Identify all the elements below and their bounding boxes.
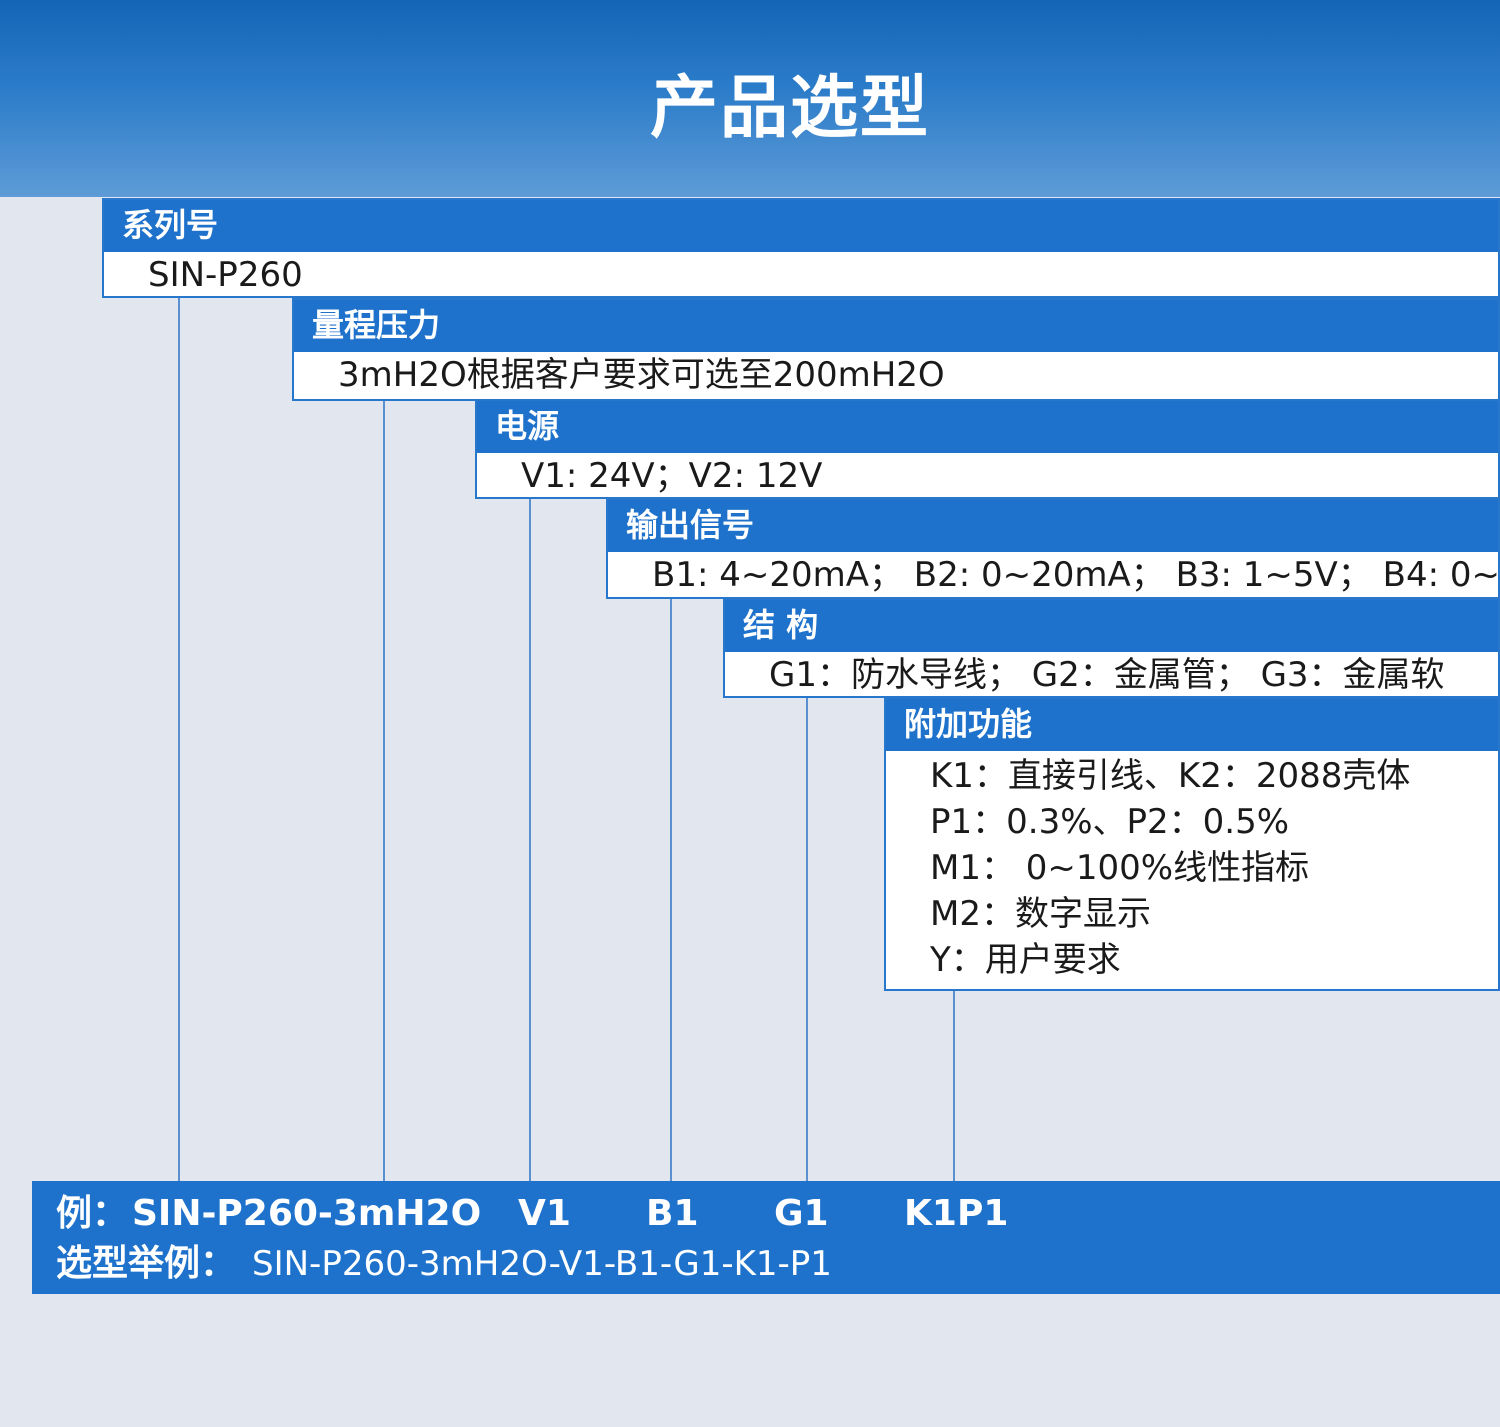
connector-structure: [806, 697, 808, 1181]
section-structure-title: 结 构: [725, 600, 1498, 652]
section-addon: 附加功能 K1：直接引线、K2：2088壳体 P1：0.3%、P2：0.5% M…: [884, 697, 1500, 991]
section-series-title: 系列号: [104, 200, 1498, 252]
connector-power: [529, 498, 531, 1181]
page-title: 产品选型: [649, 69, 930, 148]
section-output-title: 输出信号: [608, 500, 1498, 552]
section-power: 电源 V1: 24V；V2: 12V: [475, 399, 1500, 499]
page-header: 产品选型: [0, 0, 1500, 197]
example-prefix: 例：: [56, 1193, 129, 1234]
section-power-title: 电源: [477, 401, 1498, 453]
section-addon-line: Y：用户要求: [930, 940, 1121, 980]
example-full-label: 选型举例：: [56, 1243, 237, 1284]
section-series: 系列号 SIN-P260: [102, 198, 1500, 298]
example-bar: 例： SIN-P260-3mH2O V1 B1 G1 K1P1 选型举例： SIN…: [32, 1181, 1500, 1294]
example-code-structure: G1: [774, 1193, 829, 1234]
section-output-body: B1: 4~20mA； B2: 0~20mA； B3: 1~5V； B4: 0~…: [608, 552, 1498, 598]
section-structure-body: G1：防水导线； G2：金属管； G3：金属软: [725, 652, 1498, 698]
connector-addon: [953, 990, 955, 1181]
section-series-body: SIN-P260: [104, 252, 1498, 298]
connector-series: [178, 296, 180, 1181]
section-output-line: B1: 4~20mA； B2: 0~20mA； B3: 1~5V； B4: 0~…: [652, 555, 1498, 595]
connector-range: [383, 400, 385, 1181]
section-series-line: SIN-P260: [148, 255, 303, 295]
section-structure: 结 构 G1：防水导线； G2：金属管； G3：金属软: [723, 598, 1500, 698]
section-range-body: 3mH2O根据客户要求可选至200mH2O: [294, 352, 1498, 398]
section-range-title: 量程压力: [294, 300, 1498, 352]
example-code-output: B1: [646, 1193, 699, 1234]
example-code-power: V1: [518, 1193, 571, 1234]
section-range-line: 3mH2O根据客户要求可选至200mH2O: [338, 355, 945, 395]
section-addon-title: 附加功能: [886, 699, 1498, 751]
section-addon-line: P1：0.3%、P2：0.5%: [930, 802, 1290, 842]
section-power-line: V1: 24V；V2: 12V: [521, 456, 823, 496]
example-code-addon: K1P1: [904, 1193, 1009, 1234]
section-output: 输出信号 B1: 4~20mA； B2: 0~20mA； B3: 1~5V； B…: [606, 498, 1500, 599]
example-full-value: SIN-P260-3mH2O-V1-B1-G1-K1-P1: [252, 1244, 832, 1284]
example-full-row: 选型举例： SIN-P260-3mH2O-V1-B1-G1-K1-P1: [56, 1241, 832, 1287]
example-code-series: SIN-P260-3mH2O: [132, 1193, 482, 1234]
connector-output: [670, 598, 672, 1181]
section-power-body: V1: 24V；V2: 12V: [477, 453, 1498, 499]
section-addon-line: M1： 0~100%线性指标: [930, 848, 1310, 888]
section-addon-line: M2：数字显示: [930, 894, 1151, 934]
section-structure-line: G1：防水导线； G2：金属管； G3：金属软: [769, 655, 1445, 695]
section-addon-line: K1：直接引线、K2：2088壳体: [930, 756, 1411, 796]
section-addon-body: K1：直接引线、K2：2088壳体 P1：0.3%、P2：0.5% M1： 0~…: [886, 751, 1498, 983]
section-range: 量程压力 3mH2O根据客户要求可选至200mH2O: [292, 298, 1500, 401]
